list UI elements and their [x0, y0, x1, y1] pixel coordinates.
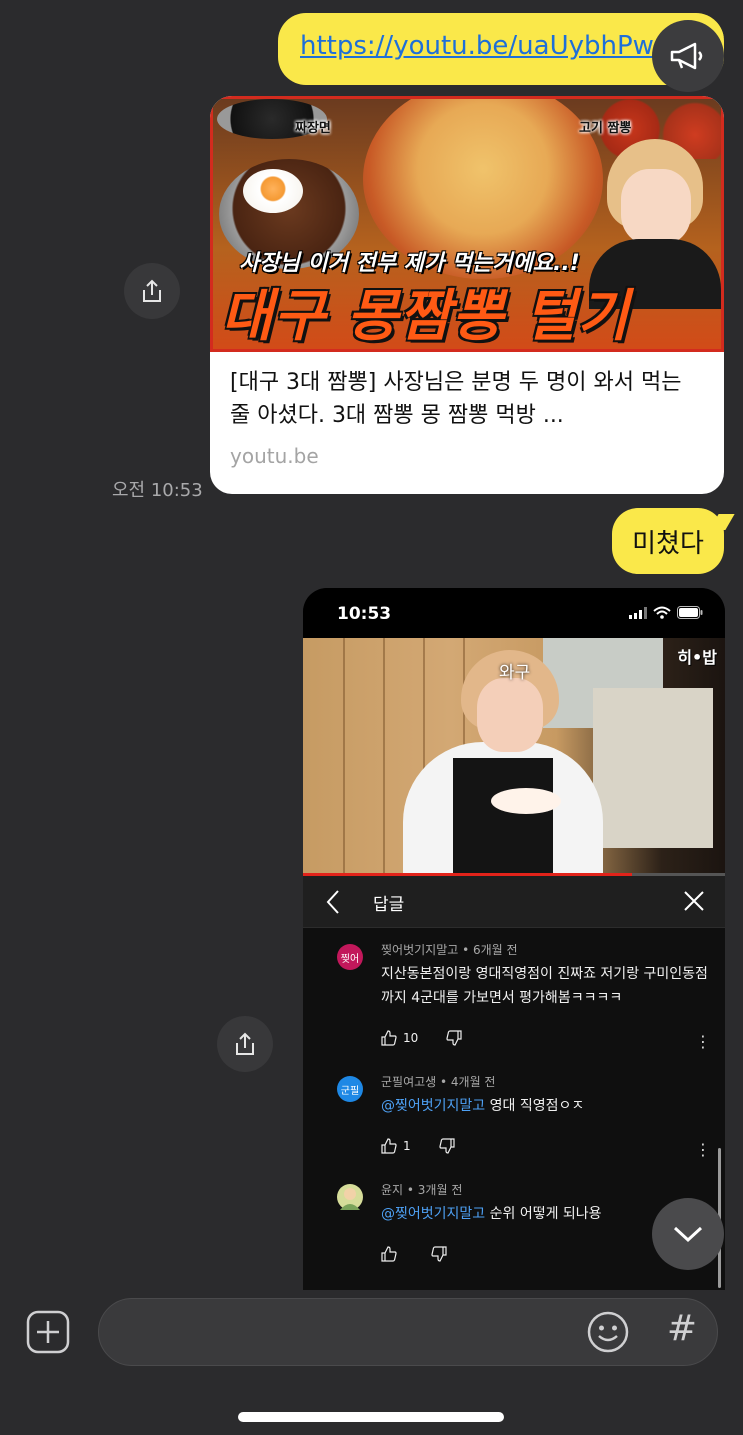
thumbs-down-icon[interactable]: [431, 1246, 447, 1262]
megaphone-icon: [670, 42, 703, 70]
share-icon: [143, 279, 161, 302]
scroll-down-button[interactable]: [652, 1198, 724, 1270]
announcement-button[interactable]: [652, 20, 724, 92]
avatar[interactable]: [337, 1184, 363, 1210]
thumbnail-tag: 짜장면: [295, 121, 331, 136]
thumbs-up-icon[interactable]: [381, 1246, 397, 1262]
thumbs-up-icon[interactable]: [381, 1138, 397, 1154]
more-vert-icon[interactable]: ⋮: [695, 1140, 711, 1159]
comment-item: 찢어 찢어벗기지말고 • 6개월 전 지산동본점이랑 영대직영점이 진짜죠 저기…: [303, 942, 725, 1074]
hashtag-button[interactable]: #: [664, 1308, 700, 1349]
shared-screenshot-image[interactable]: 10:53 와구 히•밥 답글 찢어 찢어벗기지말고 • 6개월 전 지산동본점…: [303, 588, 725, 1290]
message-timestamp: 오전 10:53: [112, 480, 203, 501]
comment-mention[interactable]: @찢어벗기지말고: [381, 1206, 485, 1222]
share-link-button[interactable]: [124, 263, 180, 319]
comment-body: 영대 직영점ㅇㅈ: [489, 1098, 585, 1114]
plus-icon[interactable]: [26, 1310, 70, 1354]
comment-meta: 군필여고생 • 4개월 전: [381, 1075, 496, 1089]
avatar-text: 군필: [340, 1085, 360, 1097]
thumbs-down-icon[interactable]: [446, 1030, 462, 1046]
message-input-area: #: [0, 1290, 743, 1435]
link-preview-card[interactable]: 짜장면 고기 짬뽕 사장님 이거 전부 제가 먹는거에요..! 대구 몽짬뽕 털…: [210, 96, 724, 494]
chevron-left-icon[interactable]: [323, 888, 343, 916]
like-count: 1: [403, 1139, 411, 1153]
status-time: 10:53: [337, 604, 392, 624]
status-bar: 10:53: [303, 588, 725, 638]
close-icon[interactable]: [681, 888, 707, 914]
avatar[interactable]: 군필: [337, 1076, 363, 1102]
channel-logo: 히•밥: [677, 648, 717, 667]
like-count: 10: [403, 1031, 419, 1045]
thumbnail-headline: 대구 몽짬뽕 털기: [221, 284, 630, 349]
avatar[interactable]: 찢어: [337, 944, 363, 970]
avatar-text: 찢어: [340, 953, 360, 965]
comment-meta: 찢어벗기지말고 • 6개월 전: [381, 943, 518, 957]
chevron-down-icon: [673, 1226, 703, 1243]
link-domain: youtu.be: [230, 444, 319, 468]
share-icon: [236, 1032, 254, 1055]
replies-title: 답글: [373, 895, 405, 915]
home-indicator: [238, 1412, 504, 1422]
link-message-text[interactable]: https://youtu.be/uaUybhPw: [300, 31, 654, 61]
emoji-icon[interactable]: [586, 1310, 630, 1354]
video-caption: 와구: [499, 663, 531, 683]
avatar-image-icon: [340, 1188, 360, 1210]
link-title: [대구 3대 짬뽕] 사장님은 분명 두 명이 와서 먹는 줄 아셨다. 3대 …: [230, 370, 682, 428]
thumbs-down-icon[interactable]: [439, 1138, 455, 1154]
thumbnail-tag: 고기 짬뽕: [579, 121, 632, 136]
battery-icon: [677, 606, 703, 619]
comment-text: 지산동본점이랑 영대직영점이 진짜죠 저기랑 구미인동점까지 4군대를 가보면서…: [381, 966, 708, 1006]
wifi-icon: [653, 606, 671, 619]
video-thumbnail: 짜장면 고기 짬뽕 사장님 이거 전부 제가 먹는거에요..! 대구 몽짬뽕 털…: [210, 96, 724, 352]
thumbs-up-icon[interactable]: [381, 1030, 397, 1046]
share-image-button[interactable]: [217, 1016, 273, 1072]
comment-body: 순위 어떻게 되나용: [489, 1206, 602, 1222]
video-player[interactable]: 와구 히•밥: [303, 638, 725, 876]
comment-meta: 윤지 • 3개월 전: [381, 1183, 463, 1197]
text-message: 미쳤다: [632, 528, 704, 559]
comment-mention[interactable]: @찢어벗기지말고: [381, 1098, 485, 1114]
text-message-bubble[interactable]: 미쳤다: [612, 508, 724, 574]
comment-text: @찢어벗기지말고 영대 직영점ㅇㅈ: [381, 1094, 709, 1118]
comment-item: 군필 군필여고생 • 4개월 전 @찢어벗기지말고 영대 직영점ㅇㅈ 1 ⋮: [303, 1074, 725, 1182]
signal-icon: [629, 606, 647, 619]
replies-header: 답글: [303, 876, 725, 928]
more-vert-icon[interactable]: ⋮: [695, 1032, 711, 1051]
